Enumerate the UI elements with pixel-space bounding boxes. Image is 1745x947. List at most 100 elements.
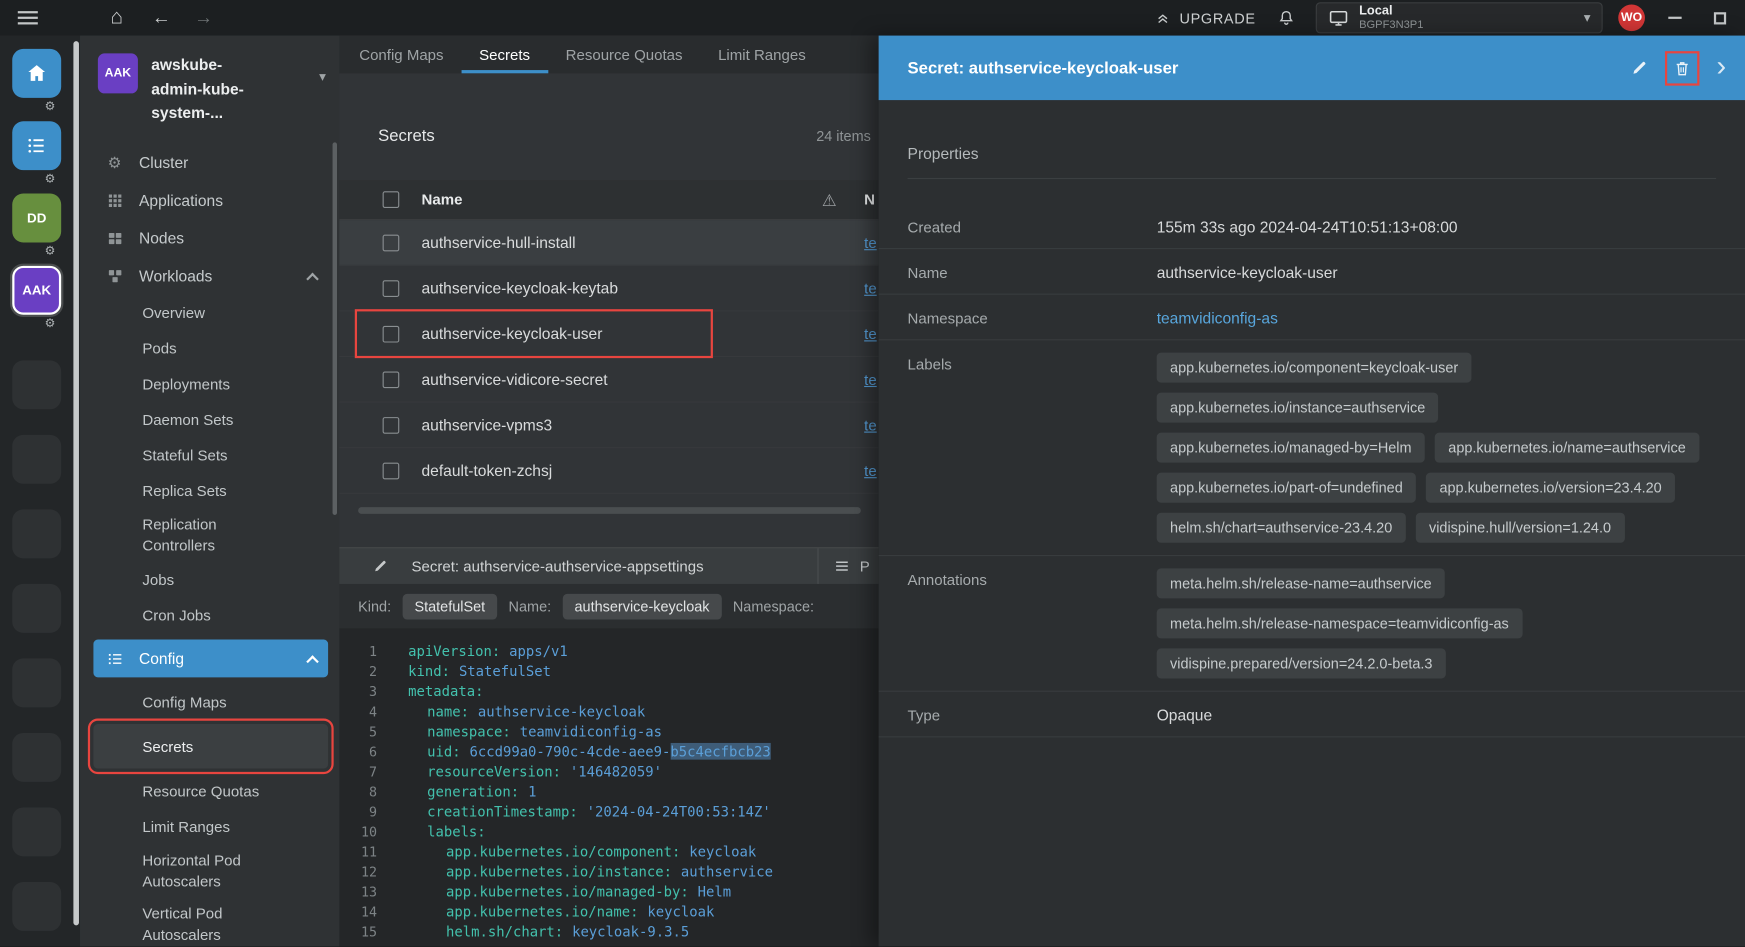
namespace-link[interactable]: te xyxy=(864,417,877,434)
table-row[interactable]: authservice-vidicore-secret te xyxy=(339,357,878,403)
rail-empty-slot[interactable] xyxy=(12,807,61,856)
user-avatar[interactable]: WO xyxy=(1618,4,1645,31)
annotation-chip[interactable]: meta.helm.sh/release-name=authservice xyxy=(1157,568,1445,598)
rail-empty-slot[interactable] xyxy=(12,733,61,782)
chevron-up-icon xyxy=(306,655,319,668)
edit-secret-icon[interactable] xyxy=(1628,56,1652,80)
upgrade-button[interactable]: UPGRADE xyxy=(1154,9,1256,26)
table-row[interactable]: authservice-keycloak-keytab te xyxy=(339,266,878,312)
horizontal-scrollbar[interactable] xyxy=(358,507,861,514)
row-checkbox[interactable] xyxy=(383,234,400,251)
close-drawer-icon[interactable]: › xyxy=(1713,51,1729,84)
sidebar-item-nodes[interactable]: Nodes xyxy=(93,219,328,257)
label-chip[interactable]: helm.sh/chart=authservice-23.4.20 xyxy=(1157,513,1406,543)
row-checkbox[interactable] xyxy=(383,462,400,479)
warning-column-icon[interactable]: ⚠ xyxy=(822,190,837,210)
gear-icon[interactable]: ⚙ xyxy=(45,246,56,263)
rail-scrollbar[interactable] xyxy=(73,41,79,925)
yaml-editor[interactable]: 1apiVersion:apps/v1 2kind:StatefulSet 3m… xyxy=(339,628,878,946)
gear-icon[interactable]: ⚙ xyxy=(45,318,56,335)
sidebar-item-daemon-sets[interactable]: Daemon Sets xyxy=(93,402,328,438)
nodes-icon xyxy=(105,230,125,247)
property-label: Created xyxy=(908,216,1157,236)
tab-secrets[interactable]: Secrets xyxy=(461,36,548,74)
column-namespace[interactable]: N xyxy=(864,191,875,208)
home-icon[interactable]: ⌂ xyxy=(102,3,131,32)
row-checkbox[interactable] xyxy=(383,325,400,342)
label-chip[interactable]: app.kubernetes.io/name=authservice xyxy=(1435,433,1699,463)
row-checkbox[interactable] xyxy=(383,280,400,297)
menu-icon[interactable] xyxy=(18,11,38,24)
rail-catalog-tile[interactable] xyxy=(12,121,61,170)
sidebar-item-limit-ranges[interactable]: Limit Ranges xyxy=(93,809,328,845)
sidebar-item-applications[interactable]: Applications xyxy=(93,181,328,219)
table-row[interactable]: authservice-vpms3 te xyxy=(339,403,878,449)
dock-tab-title[interactable]: Secret: authservice-authservice-appsetti… xyxy=(412,558,704,575)
sidebar-item-replication-controllers[interactable]: Replication Controllers xyxy=(93,508,328,561)
minimize-button[interactable] xyxy=(1661,3,1690,32)
select-all-checkbox[interactable] xyxy=(383,191,400,208)
sidebar-item-replica-sets[interactable]: Replica Sets xyxy=(93,473,328,509)
namespace-link[interactable]: te xyxy=(864,280,877,297)
sidebar-item-cron-jobs[interactable]: Cron Jobs xyxy=(93,597,328,633)
label-chip[interactable]: app.kubernetes.io/instance=authservice xyxy=(1157,393,1439,423)
rail-empty-slot[interactable] xyxy=(12,658,61,707)
sidebar-item-deployments[interactable]: Deployments xyxy=(93,366,328,402)
rail-home-tile[interactable] xyxy=(12,49,61,98)
maximize-button[interactable] xyxy=(1705,3,1734,32)
rail-empty-slot[interactable] xyxy=(12,360,61,409)
rail-empty-slot[interactable] xyxy=(12,584,61,633)
tab-resource-quotas[interactable]: Resource Quotas xyxy=(548,36,700,74)
cluster-header[interactable]: AAK awskube-admin-kube-system-... ▾ xyxy=(93,51,328,134)
sidebar-item-jobs[interactable]: Jobs xyxy=(93,562,328,598)
delete-secret-icon[interactable] xyxy=(1670,55,1696,81)
notifications-bell-icon[interactable] xyxy=(1271,3,1300,32)
sidebar-item-horizontal-pod-autoscalers[interactable]: Horizontal Pod Autoscalers xyxy=(93,844,328,897)
namespace-link[interactable]: te xyxy=(864,234,877,251)
table-row[interactable]: default-token-zchsj te xyxy=(339,448,878,494)
row-checkbox[interactable] xyxy=(383,371,400,388)
sidebar-item-secrets[interactable]: Secrets xyxy=(93,724,328,768)
gear-icon[interactable]: ⚙ xyxy=(45,174,56,191)
dock-tab-pod[interactable]: P xyxy=(817,548,878,584)
table-row-keycloak-user[interactable]: authservice-keycloak-user te xyxy=(339,311,878,357)
sidebar-item-resource-quotas[interactable]: Resource Quotas xyxy=(93,773,328,809)
gear-icon[interactable]: ⚙ xyxy=(45,101,56,118)
rail-empty-slot[interactable] xyxy=(12,882,61,931)
edit-icon[interactable] xyxy=(373,558,389,574)
namespace-link[interactable]: teamvidiconfig-as xyxy=(1157,307,1278,327)
list-title: Secrets xyxy=(378,126,435,145)
rail-cluster-dd-tile[interactable]: DD xyxy=(12,194,61,243)
sidebar-item-stateful-sets[interactable]: Stateful Sets xyxy=(93,437,328,473)
row-checkbox[interactable] xyxy=(383,417,400,434)
rail-cluster-aak-tile[interactable]: AAK xyxy=(12,266,61,315)
namespace-link[interactable]: te xyxy=(864,371,877,388)
annotation-chip[interactable]: vidispine.prepared/version=24.2.0-beta.3 xyxy=(1157,648,1446,678)
back-icon[interactable]: ← xyxy=(147,3,176,32)
label-chip[interactable]: vidispine.hull/version=1.24.0 xyxy=(1416,513,1625,543)
tab-config-maps[interactable]: Config Maps xyxy=(341,36,461,74)
sidebar-item-vertical-pod-autoscalers[interactable]: Vertical Pod Autoscalers xyxy=(93,898,328,947)
sidebar-item-workloads[interactable]: Workloads xyxy=(93,257,328,295)
cluster-selector[interactable]: Local BGPF3N3P1 ▾ xyxy=(1316,2,1603,33)
dock-header: Secret: authservice-authservice-appsetti… xyxy=(339,547,878,584)
label-chip[interactable]: app.kubernetes.io/version=23.4.20 xyxy=(1426,473,1675,503)
namespace-link[interactable]: te xyxy=(864,325,877,342)
label-chip[interactable]: app.kubernetes.io/part-of=undefined xyxy=(1157,473,1416,503)
namespace-link[interactable]: te xyxy=(864,462,877,479)
label-chip[interactable]: app.kubernetes.io/managed-by=Helm xyxy=(1157,433,1425,463)
forward-icon[interactable]: → xyxy=(189,3,218,32)
sidebar-item-config-maps[interactable]: Config Maps xyxy=(93,684,328,720)
sidebar-item-overview[interactable]: Overview xyxy=(93,295,328,331)
label-chip[interactable]: app.kubernetes.io/component=keycloak-use… xyxy=(1157,353,1472,383)
tab-limit-ranges[interactable]: Limit Ranges xyxy=(700,36,823,74)
rail-empty-slot[interactable] xyxy=(12,435,61,484)
annotation-chip[interactable]: meta.helm.sh/release-namespace=teamvidic… xyxy=(1157,608,1522,638)
sidebar-item-cluster[interactable]: ⚙ Cluster xyxy=(93,144,328,182)
sidebar-item-pods[interactable]: Pods xyxy=(93,330,328,366)
table-row[interactable]: authservice-hull-install te xyxy=(339,220,878,266)
rail-empty-slot[interactable] xyxy=(12,509,61,558)
sidebar-scrollbar[interactable] xyxy=(333,142,337,515)
sidebar-item-config[interactable]: Config xyxy=(93,640,328,678)
column-name[interactable]: Name xyxy=(422,191,463,208)
